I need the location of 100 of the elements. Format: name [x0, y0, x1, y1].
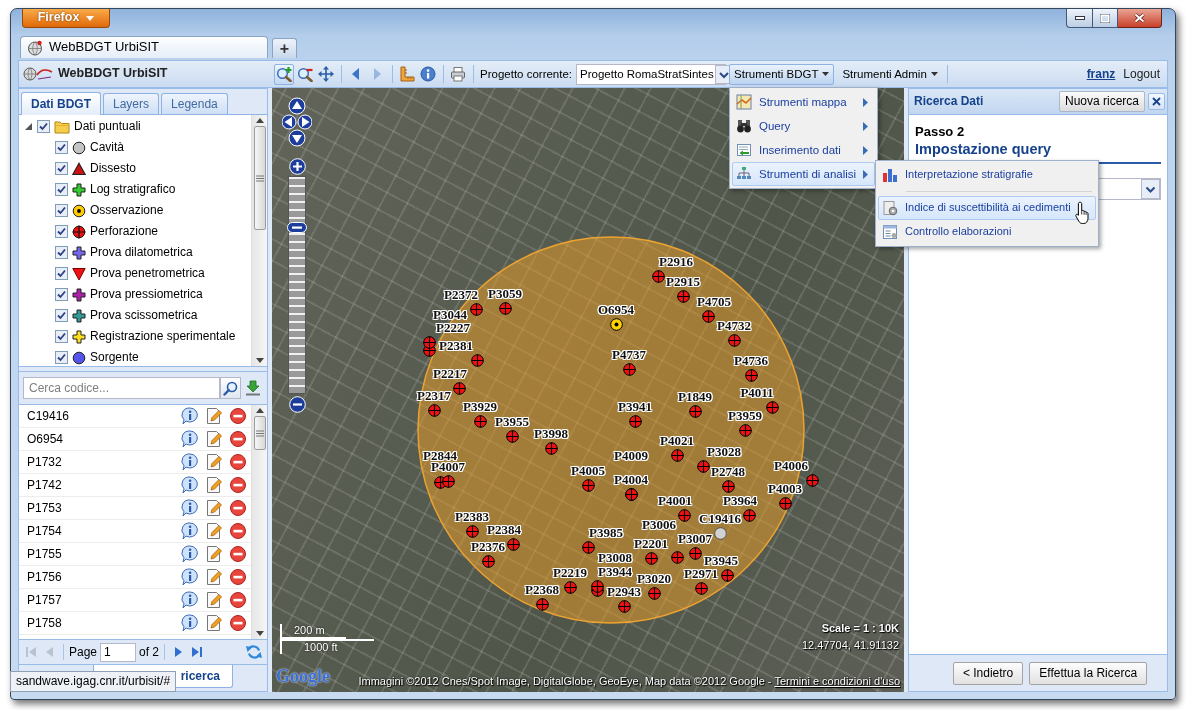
checkbox[interactable]: [55, 225, 68, 238]
pencil-note-icon[interactable]: [205, 407, 223, 425]
tree-item[interactable]: Cavità: [90, 140, 124, 155]
checkbox[interactable]: [55, 351, 68, 364]
scroll-down-icon[interactable]: [255, 631, 264, 636]
checkbox[interactable]: [55, 141, 68, 154]
expand-triangle-icon[interactable]: [24, 122, 33, 131]
maximize-button[interactable]: [1092, 9, 1118, 28]
terms-link[interactable]: Termini e condizioni d'uso: [774, 675, 900, 687]
browser-tab[interactable]: WebBDGT UrbiSIT: [20, 36, 268, 58]
project-select[interactable]: Progetto RomaStratSintes: [576, 63, 727, 85]
logout-link[interactable]: Logout: [1123, 66, 1160, 82]
scrollbar[interactable]: [251, 115, 267, 366]
menu-item[interactable]: Strumenti di analisi: [732, 162, 876, 186]
pencil-note-icon[interactable]: [205, 476, 223, 494]
scroll-down-icon[interactable]: [255, 358, 264, 363]
pencil-note-icon[interactable]: [205, 545, 223, 563]
zoom-in-button[interactable]: [274, 63, 294, 85]
search-submit-button[interactable]: Effettua la Ricerca: [1029, 661, 1148, 685]
pencil-note-icon[interactable]: [205, 614, 223, 632]
close-panel-button[interactable]: [1148, 93, 1165, 110]
checkbox[interactable]: [55, 288, 68, 301]
minus-circle-icon[interactable]: [229, 591, 247, 609]
menu-item[interactable]: Inserimento dati: [732, 138, 876, 162]
menu-item[interactable]: Strumenti mappa: [732, 90, 876, 114]
tree-item[interactable]: Perforazione: [90, 224, 159, 239]
checkbox[interactable]: [55, 162, 68, 175]
info-bubble-icon[interactable]: [181, 476, 199, 494]
zoom-out-icon[interactable]: [289, 396, 306, 413]
user-link[interactable]: franz: [1086, 66, 1116, 82]
minus-circle-icon[interactable]: [229, 476, 247, 494]
tree-item[interactable]: Prova scissometrica: [90, 308, 198, 323]
info-button[interactable]: [418, 63, 438, 85]
pencil-note-icon[interactable]: [205, 568, 223, 586]
pencil-note-icon[interactable]: [205, 499, 223, 517]
search-button[interactable]: [220, 377, 241, 399]
scrollbar-thumb[interactable]: [253, 416, 266, 450]
tree-item[interactable]: Osservazione: [90, 203, 164, 218]
minimize-button[interactable]: [1066, 9, 1092, 28]
pencil-note-icon[interactable]: [205, 591, 223, 609]
info-bubble-icon[interactable]: [181, 430, 199, 448]
info-bubble-icon[interactable]: [181, 522, 199, 540]
checkbox[interactable]: [55, 246, 68, 259]
checkbox[interactable]: [37, 120, 50, 133]
search-field[interactable]: Cerca codice...: [23, 377, 220, 399]
pencil-note-icon[interactable]: [205, 430, 223, 448]
minus-circle-icon[interactable]: [229, 453, 247, 471]
pan-control-icon[interactable]: [282, 97, 312, 147]
info-bubble-icon[interactable]: [181, 453, 199, 471]
menu-item[interactable]: Controllo elaborazioni: [878, 220, 1096, 244]
down-arrow-icon[interactable]: [245, 380, 261, 396]
refresh-icon[interactable]: [245, 644, 263, 660]
menu-button[interactable]: Strumenti BDGT: [729, 63, 835, 85]
chevron-down-icon[interactable]: [1141, 179, 1160, 200]
info-bubble-icon[interactable]: [181, 568, 199, 586]
info-bubble-icon[interactable]: [181, 614, 199, 632]
info-bubble-icon[interactable]: [181, 407, 199, 425]
info-bubble-icon[interactable]: [181, 591, 199, 609]
pencil-note-icon[interactable]: [205, 453, 223, 471]
pencil-note-icon[interactable]: [205, 522, 223, 540]
menu-item[interactable]: Query: [732, 114, 876, 138]
zoom-slider-thumb[interactable]: [287, 222, 307, 233]
checkbox[interactable]: [55, 204, 68, 217]
panel-tab[interactable]: Dati BDGT: [21, 92, 101, 115]
tree-item[interactable]: Dissesto: [90, 161, 136, 176]
tree-item[interactable]: Log stratigrafico: [90, 182, 176, 197]
menu-item[interactable]: Indice di suscettibilità ai cedimenti: [878, 196, 1096, 220]
minus-circle-icon[interactable]: [229, 430, 247, 448]
minus-circle-icon[interactable]: [229, 545, 247, 563]
info-bubble-icon[interactable]: [181, 499, 199, 517]
close-button[interactable]: [1118, 9, 1162, 28]
tree-item[interactable]: Prova pressiometrica: [90, 287, 203, 302]
new-search-button[interactable]: Nuova ricerca: [1058, 91, 1145, 112]
minus-circle-icon[interactable]: [229, 407, 247, 425]
tree-item[interactable]: Sorgente: [90, 350, 139, 365]
tree-item[interactable]: Dati puntuali: [74, 119, 141, 134]
panel-tab[interactable]: Legenda: [161, 93, 228, 114]
menu-item[interactable]: Interpretazione stratigrafie: [878, 163, 1096, 187]
page-field[interactable]: 1: [100, 642, 137, 662]
scrollbar-thumb[interactable]: [253, 126, 266, 230]
panel-tab[interactable]: Layers: [103, 93, 160, 114]
measure-button[interactable]: [397, 63, 417, 85]
new-tab-button[interactable]: +: [272, 38, 297, 58]
tree-item[interactable]: Prova dilatometrica: [90, 245, 193, 260]
minus-circle-icon[interactable]: [229, 499, 247, 517]
checkbox[interactable]: [55, 330, 68, 343]
scroll-up-icon[interactable]: [255, 118, 264, 123]
minus-circle-icon[interactable]: [229, 568, 247, 586]
zoom-in-icon[interactable]: [289, 158, 306, 175]
minus-circle-icon[interactable]: [229, 522, 247, 540]
info-bubble-icon[interactable]: [181, 545, 199, 563]
checkbox[interactable]: [55, 267, 68, 280]
tree-item[interactable]: Registrazione sperimentale: [90, 329, 236, 344]
scroll-up-icon[interactable]: [255, 408, 264, 413]
back-button[interactable]: < Indietro: [952, 661, 1024, 685]
menu-button[interactable]: Strumenti Admin: [837, 63, 943, 85]
checkbox[interactable]: [55, 309, 68, 322]
scrollbar[interactable]: [251, 405, 267, 639]
checkbox[interactable]: [55, 183, 68, 196]
minus-circle-icon[interactable]: [229, 614, 247, 632]
